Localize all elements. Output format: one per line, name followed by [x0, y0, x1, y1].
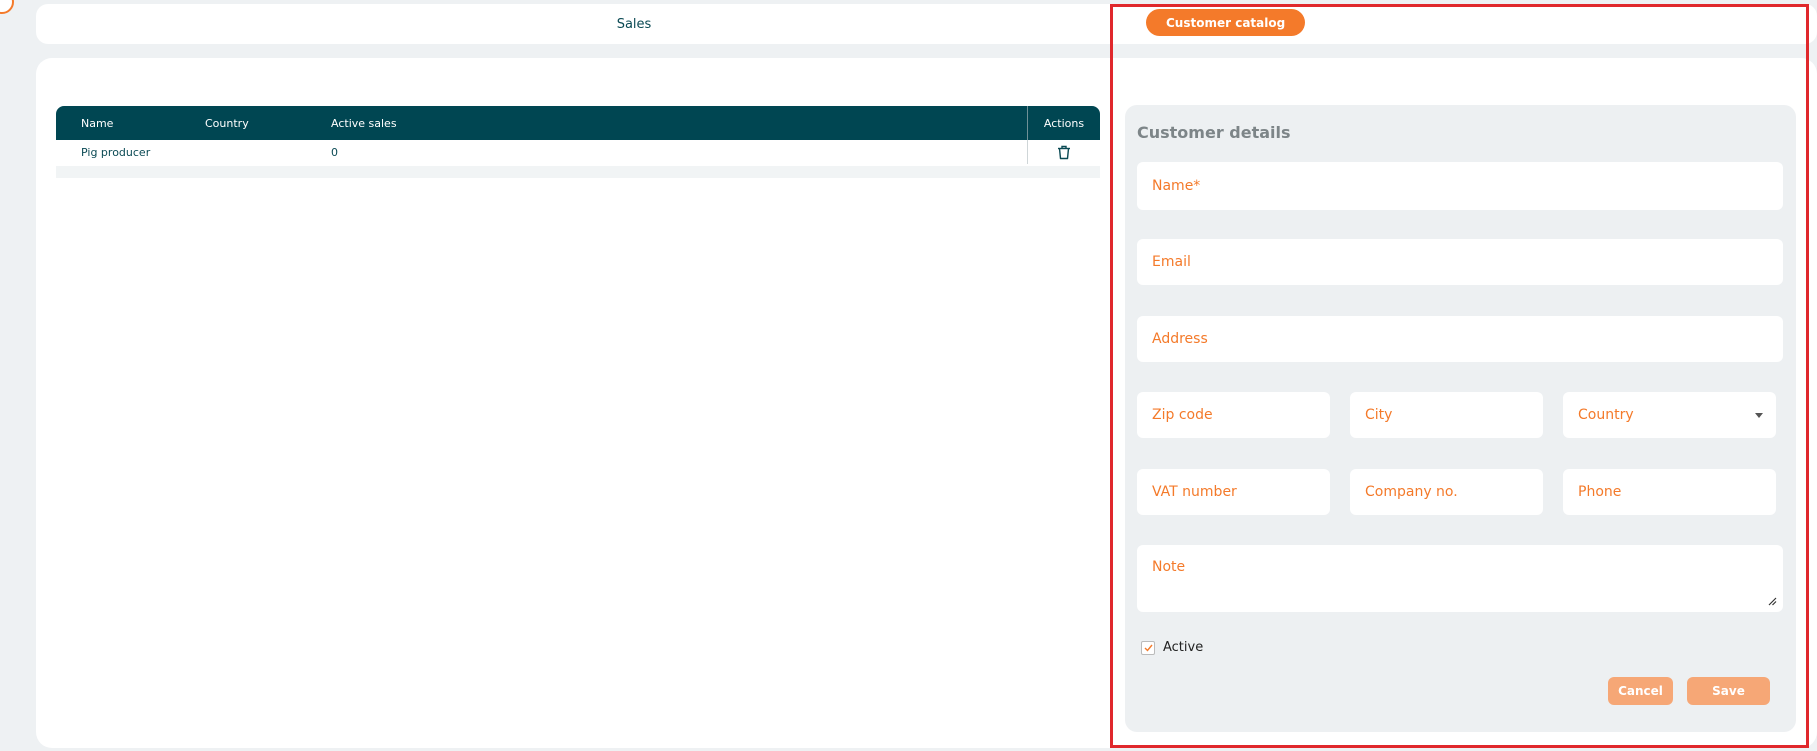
- note-field[interactable]: [1137, 545, 1783, 612]
- phone-input[interactable]: [1576, 483, 1763, 501]
- email-field[interactable]: [1137, 239, 1783, 285]
- check-icon: [1144, 644, 1153, 652]
- city-field[interactable]: [1350, 392, 1543, 438]
- table-header: Name Country Active sales Actions: [56, 106, 1100, 140]
- delete-button[interactable]: [1027, 140, 1100, 164]
- email-input[interactable]: [1150, 253, 1770, 271]
- active-label: Active: [1163, 640, 1204, 655]
- column-header-country[interactable]: Country: [205, 106, 249, 140]
- cell-active-sales: 0: [331, 145, 338, 159]
- country-select[interactable]: [1563, 392, 1776, 438]
- table-footer: [56, 166, 1100, 178]
- country-input[interactable]: [1576, 406, 1755, 424]
- cancel-button[interactable]: Cancel: [1608, 677, 1673, 705]
- table-row[interactable]: Pig producer 0: [56, 140, 1100, 166]
- active-checkbox-row[interactable]: Active: [1141, 640, 1203, 655]
- name-input[interactable]: [1150, 177, 1770, 195]
- company-no-input[interactable]: [1363, 483, 1530, 501]
- address-input[interactable]: [1150, 330, 1770, 348]
- trash-icon: [1058, 145, 1070, 159]
- top-navigation: Sales Customer catalog: [36, 4, 1817, 44]
- resize-grip-icon[interactable]: [1768, 597, 1777, 606]
- column-header-name[interactable]: Name: [81, 106, 113, 140]
- customer-details-panel: Customer details Active: [1125, 105, 1796, 732]
- zip-field[interactable]: [1137, 392, 1330, 438]
- save-button[interactable]: Save: [1687, 677, 1770, 705]
- city-input[interactable]: [1363, 406, 1530, 424]
- cell-name[interactable]: Pig producer: [81, 140, 150, 164]
- column-header-active-sales[interactable]: Active sales: [331, 106, 397, 140]
- vat-field[interactable]: [1137, 469, 1330, 515]
- active-checkbox[interactable]: [1141, 640, 1155, 655]
- tab-sales[interactable]: Sales: [584, 4, 684, 44]
- name-field[interactable]: [1137, 162, 1783, 210]
- tab-customer-catalog[interactable]: Customer catalog: [1146, 9, 1306, 36]
- vat-input[interactable]: [1150, 483, 1317, 501]
- chevron-down-icon: [1755, 412, 1763, 418]
- company-no-field[interactable]: [1350, 469, 1543, 515]
- phone-field[interactable]: [1563, 469, 1776, 515]
- customer-table: Name Country Active sales Actions Pig pr…: [56, 106, 1100, 178]
- panel-title: Customer details: [1137, 123, 1291, 142]
- column-header-actions: Actions: [1027, 106, 1100, 140]
- corner-badge: [0, 0, 14, 14]
- address-field[interactable]: [1137, 316, 1783, 362]
- zip-input[interactable]: [1150, 406, 1317, 424]
- note-textarea[interactable]: [1150, 545, 1770, 601]
